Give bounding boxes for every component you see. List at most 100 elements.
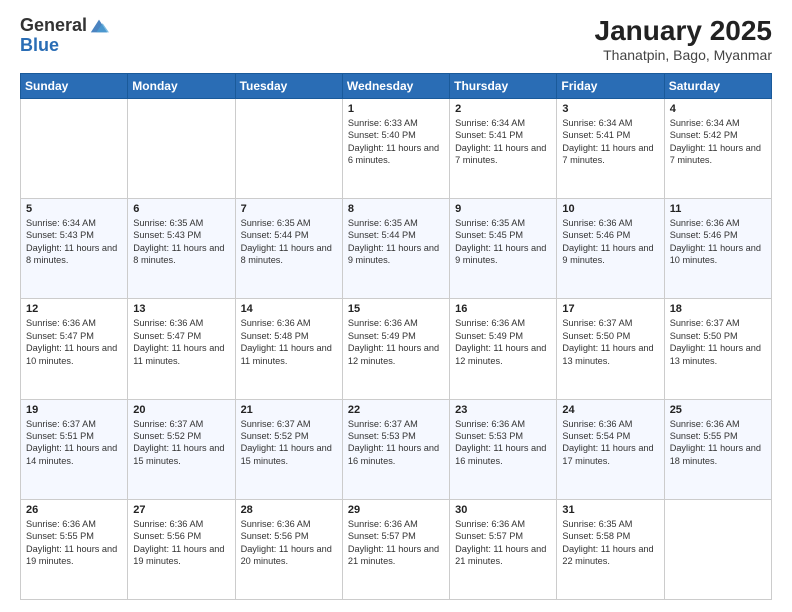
calendar-cell: 8Sunrise: 6:35 AM Sunset: 5:44 PM Daylig…	[342, 199, 449, 299]
day-info: Sunrise: 6:36 AM Sunset: 5:47 PM Dayligh…	[26, 317, 122, 367]
day-number: 11	[670, 203, 766, 215]
calendar-cell	[235, 98, 342, 198]
day-info: Sunrise: 6:36 AM Sunset: 5:46 PM Dayligh…	[562, 217, 658, 267]
calendar-header-friday: Friday	[557, 73, 664, 98]
day-number: 2	[455, 103, 551, 115]
day-info: Sunrise: 6:36 AM Sunset: 5:49 PM Dayligh…	[455, 317, 551, 367]
day-info: Sunrise: 6:36 AM Sunset: 5:56 PM Dayligh…	[241, 518, 337, 568]
day-number: 31	[562, 504, 658, 516]
header: General Blue January 2025 Thanatpin, Bag…	[20, 16, 772, 63]
calendar-cell: 3 Sunrise: 6:34 AM Sunset: 5:41 PM Daylig…	[557, 98, 664, 198]
calendar-week-3: 19 Sunrise: 6:37 AM Sunset: 5:51 PM Dayli…	[21, 399, 772, 499]
day-number: 10	[562, 203, 658, 215]
day-number: 23	[455, 404, 551, 416]
day-info: Sunrise: 6:36 AM Sunset: 5:47 PM Dayligh…	[133, 317, 229, 367]
calendar-cell: 23Sunrise: 6:36 AM Sunset: 5:53 PM Dayli…	[450, 399, 557, 499]
calendar-cell: 6 Sunrise: 6:35 AM Sunset: 5:43 PM Daylig…	[128, 199, 235, 299]
calendar-cell: 31Sunrise: 6:35 AM Sunset: 5:58 PM Dayli…	[557, 499, 664, 599]
calendar-week-4: 26 Sunrise: 6:36 AM Sunset: 5:55 PM Dayli…	[21, 499, 772, 599]
day-info: Sunrise: 6:34 AM Sunset: 5:41 PM Dayligh…	[562, 117, 658, 167]
day-number: 6	[133, 203, 229, 215]
day-info: Sunrise: 6:36 AM Sunset: 5:46 PM Dayligh…	[670, 217, 766, 267]
day-number: 20	[133, 404, 229, 416]
day-number: 29	[348, 504, 444, 516]
day-number: 17	[562, 303, 658, 315]
day-number: 1	[348, 103, 444, 115]
calendar-cell: 15 Sunrise: 6:36 AM Sunset: 5:49 PM Dayli…	[342, 299, 449, 399]
calendar-table: SundayMondayTuesdayWednesdayThursdayFrid…	[20, 73, 772, 600]
calendar-cell: 11 Sunrise: 6:36 AM Sunset: 5:46 PM Dayli…	[664, 199, 771, 299]
day-number: 16	[455, 303, 551, 315]
calendar-cell	[21, 98, 128, 198]
calendar-cell: 30Sunrise: 6:36 AM Sunset: 5:57 PM Dayli…	[450, 499, 557, 599]
day-info: Sunrise: 6:33 AM Sunset: 5:40 PM Dayligh…	[348, 117, 444, 167]
day-info: Sunrise: 6:37 AM Sunset: 5:53 PM Dayligh…	[348, 418, 444, 468]
calendar-cell: 13Sunrise: 6:36 AM Sunset: 5:47 PM Dayli…	[128, 299, 235, 399]
location: Thanatpin, Bago, Myanmar	[595, 47, 772, 63]
calendar-cell: 17 Sunrise: 6:37 AM Sunset: 5:50 PM Dayli…	[557, 299, 664, 399]
day-info: Sunrise: 6:36 AM Sunset: 5:54 PM Dayligh…	[562, 418, 658, 468]
day-info: Sunrise: 6:36 AM Sunset: 5:55 PM Dayligh…	[670, 418, 766, 468]
day-info: Sunrise: 6:37 AM Sunset: 5:52 PM Dayligh…	[133, 418, 229, 468]
month-title: January 2025	[595, 16, 772, 47]
day-number: 22	[348, 404, 444, 416]
calendar-cell: 28Sunrise: 6:36 AM Sunset: 5:56 PM Dayli…	[235, 499, 342, 599]
day-number: 21	[241, 404, 337, 416]
page: General Blue January 2025 Thanatpin, Bag…	[0, 0, 792, 612]
day-info: Sunrise: 6:37 AM Sunset: 5:51 PM Dayligh…	[26, 418, 122, 468]
calendar-cell: 2 Sunrise: 6:34 AM Sunset: 5:41 PM Daylig…	[450, 98, 557, 198]
day-info: Sunrise: 6:36 AM Sunset: 5:57 PM Dayligh…	[348, 518, 444, 568]
calendar-week-0: 1 Sunrise: 6:33 AM Sunset: 5:40 PM Daylig…	[21, 98, 772, 198]
day-info: Sunrise: 6:34 AM Sunset: 5:42 PM Dayligh…	[670, 117, 766, 167]
calendar-cell	[128, 98, 235, 198]
day-number: 3	[562, 103, 658, 115]
calendar-cell: 26 Sunrise: 6:36 AM Sunset: 5:55 PM Dayli…	[21, 499, 128, 599]
day-info: Sunrise: 6:35 AM Sunset: 5:43 PM Dayligh…	[133, 217, 229, 267]
day-number: 26	[26, 504, 122, 516]
day-number: 9	[455, 203, 551, 215]
calendar-cell: 24 Sunrise: 6:36 AM Sunset: 5:54 PM Dayli…	[557, 399, 664, 499]
calendar-week-2: 12Sunrise: 6:36 AM Sunset: 5:47 PM Dayli…	[21, 299, 772, 399]
day-number: 30	[455, 504, 551, 516]
calendar-cell: 27Sunrise: 6:36 AM Sunset: 5:56 PM Dayli…	[128, 499, 235, 599]
day-number: 5	[26, 203, 122, 215]
day-number: 4	[670, 103, 766, 115]
day-number: 7	[241, 203, 337, 215]
calendar-cell: 21Sunrise: 6:37 AM Sunset: 5:52 PM Dayli…	[235, 399, 342, 499]
logo-icon	[89, 16, 109, 36]
calendar-cell: 14 Sunrise: 6:36 AM Sunset: 5:48 PM Dayli…	[235, 299, 342, 399]
day-number: 27	[133, 504, 229, 516]
calendar-cell: 9 Sunrise: 6:35 AM Sunset: 5:45 PM Daylig…	[450, 199, 557, 299]
day-info: Sunrise: 6:34 AM Sunset: 5:43 PM Dayligh…	[26, 217, 122, 267]
day-number: 8	[348, 203, 444, 215]
day-info: Sunrise: 6:36 AM Sunset: 5:55 PM Dayligh…	[26, 518, 122, 568]
calendar-header-sunday: Sunday	[21, 73, 128, 98]
day-info: Sunrise: 6:34 AM Sunset: 5:41 PM Dayligh…	[455, 117, 551, 167]
calendar-cell: 18 Sunrise: 6:37 AM Sunset: 5:50 PM Dayli…	[664, 299, 771, 399]
day-info: Sunrise: 6:37 AM Sunset: 5:50 PM Dayligh…	[670, 317, 766, 367]
day-number: 25	[670, 404, 766, 416]
calendar-cell: 4 Sunrise: 6:34 AM Sunset: 5:42 PM Daylig…	[664, 98, 771, 198]
calendar-cell: 5 Sunrise: 6:34 AM Sunset: 5:43 PM Daylig…	[21, 199, 128, 299]
calendar-cell: 16 Sunrise: 6:36 AM Sunset: 5:49 PM Dayli…	[450, 299, 557, 399]
day-info: Sunrise: 6:36 AM Sunset: 5:48 PM Dayligh…	[241, 317, 337, 367]
calendar-cell: 7Sunrise: 6:35 AM Sunset: 5:44 PM Daylig…	[235, 199, 342, 299]
calendar-cell: 12Sunrise: 6:36 AM Sunset: 5:47 PM Dayli…	[21, 299, 128, 399]
calendar-cell: 29 Sunrise: 6:36 AM Sunset: 5:57 PM Dayli…	[342, 499, 449, 599]
logo-general: General	[20, 16, 87, 36]
day-info: Sunrise: 6:36 AM Sunset: 5:49 PM Dayligh…	[348, 317, 444, 367]
logo: General Blue	[20, 16, 109, 56]
calendar-cell: 25 Sunrise: 6:36 AM Sunset: 5:55 PM Dayli…	[664, 399, 771, 499]
day-number: 18	[670, 303, 766, 315]
day-number: 19	[26, 404, 122, 416]
calendar-header-monday: Monday	[128, 73, 235, 98]
day-info: Sunrise: 6:37 AM Sunset: 5:50 PM Dayligh…	[562, 317, 658, 367]
calendar-cell: 20 Sunrise: 6:37 AM Sunset: 5:52 PM Dayli…	[128, 399, 235, 499]
day-number: 24	[562, 404, 658, 416]
day-info: Sunrise: 6:35 AM Sunset: 5:45 PM Dayligh…	[455, 217, 551, 267]
day-number: 15	[348, 303, 444, 315]
day-number: 14	[241, 303, 337, 315]
calendar-header-saturday: Saturday	[664, 73, 771, 98]
calendar-header-wednesday: Wednesday	[342, 73, 449, 98]
title-block: January 2025 Thanatpin, Bago, Myanmar	[595, 16, 772, 63]
